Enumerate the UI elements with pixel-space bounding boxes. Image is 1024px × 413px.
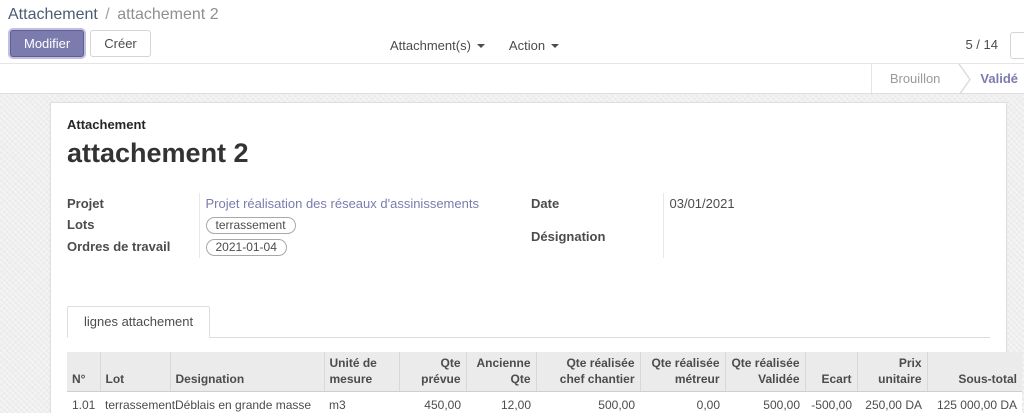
tab-lignes-attachement[interactable]: lignes attachement bbox=[67, 306, 210, 338]
button-bar: Modifier Créer Attachment(s) Action 5 / … bbox=[0, 27, 1024, 63]
dropdown-group: Attachment(s) Action bbox=[378, 33, 571, 58]
cell-qte-realisee-metreur: 0,00 bbox=[640, 392, 725, 413]
col-header-qte-realisee-validee[interactable]: Qte réalisée Validée bbox=[725, 352, 805, 392]
notebook: lignes attachement N° Lot bbox=[67, 306, 990, 413]
control-panel: Attachement / attachement 2 Modifier Cré… bbox=[0, 0, 1024, 63]
col-header-ancienne-qte[interactable]: Ancienne Qte bbox=[466, 352, 536, 392]
col-header-sous-total[interactable]: Sous-total bbox=[927, 352, 1022, 392]
field-label-designation: Désignation bbox=[531, 226, 663, 259]
lines-table: N° Lot Designation Unité de mesure Qte p… bbox=[67, 352, 1022, 413]
col-header-unite-mesure[interactable]: Unité de mesure bbox=[324, 352, 399, 392]
lot-tag[interactable]: terrassement bbox=[206, 217, 296, 234]
cell-lot: terrassement bbox=[100, 392, 170, 413]
breadcrumb: Attachement / attachement 2 bbox=[0, 0, 1024, 27]
field-row-ordres: Ordres de travail 2021-01-04 bbox=[67, 236, 531, 258]
status-step-brouillon[interactable]: Brouillon bbox=[871, 64, 959, 93]
breadcrumb-separator: / bbox=[102, 6, 112, 23]
cell-qte-realisee-validee: 500,00 bbox=[725, 392, 805, 413]
field-label-ordres: Ordres de travail bbox=[67, 236, 199, 258]
breadcrumb-parent-link[interactable]: Attachement bbox=[8, 6, 98, 23]
field-value-date: 03/01/2021 bbox=[663, 193, 990, 226]
pager-nav-buttons[interactable] bbox=[1010, 32, 1024, 59]
field-value-lots: terrassement bbox=[199, 214, 531, 236]
status-step-valide[interactable]: Validé bbox=[972, 64, 1024, 93]
col-header-ecart[interactable]: Ecart bbox=[805, 352, 857, 392]
field-group-left: Projet Projet réalisation des réseaux d'… bbox=[67, 193, 531, 258]
form-view-canvas: Attachement attachement 2 Projet Projet … bbox=[0, 94, 1024, 413]
form-sheet: Attachement attachement 2 Projet Projet … bbox=[50, 102, 1007, 413]
cell-qte-realisee-chef: 500,00 bbox=[536, 392, 640, 413]
field-groups: Projet Projet réalisation des réseaux d'… bbox=[67, 193, 990, 258]
col-header-qte-prevue[interactable]: Qte prévue bbox=[399, 352, 466, 392]
field-group-right: Date 03/01/2021 Désignation bbox=[531, 193, 990, 258]
statusbar: Brouillon Validé bbox=[0, 63, 1024, 94]
cell-sous-total: 125 000,00 DA bbox=[927, 392, 1022, 413]
col-header-qte-realisee-metreur[interactable]: Qte réalisée métreur bbox=[640, 352, 725, 392]
table-header-row: N° Lot Designation Unité de mesure Qte p… bbox=[67, 352, 1022, 392]
col-header-numero[interactable]: N° bbox=[67, 352, 100, 392]
caret-down-icon bbox=[477, 44, 485, 48]
attachments-dropdown[interactable]: Attachment(s) bbox=[378, 33, 497, 58]
status-label: Brouillon bbox=[872, 64, 959, 93]
field-value-designation bbox=[663, 226, 990, 259]
cell-designation: Déblais en grande masse pour tout terrai… bbox=[170, 392, 324, 413]
field-label-lots: Lots bbox=[67, 214, 199, 236]
col-header-designation[interactable]: Designation bbox=[170, 352, 324, 392]
attachments-dropdown-label: Attachment(s) bbox=[390, 38, 471, 53]
tab-bar: lignes attachement bbox=[67, 306, 990, 338]
cell-qte-prevue: 450,00 bbox=[399, 392, 466, 413]
projet-link[interactable]: Projet réalisation des réseaux d'assinis… bbox=[206, 196, 479, 211]
breadcrumb-current: attachement 2 bbox=[117, 6, 218, 23]
table-row[interactable]: 1.01 terrassement Déblais en grande mass… bbox=[67, 392, 1022, 413]
status-arrow-icon bbox=[958, 64, 972, 94]
cell-ancienne-qte: 12,00 bbox=[466, 392, 536, 413]
col-header-prix-unitaire[interactable]: Prix unitaire bbox=[857, 352, 927, 392]
field-row-projet: Projet Projet réalisation des réseaux d'… bbox=[67, 193, 531, 214]
field-label-date: Date bbox=[531, 193, 663, 226]
pager-counter: 5 / 14 bbox=[965, 37, 998, 52]
col-header-lot[interactable]: Lot bbox=[100, 352, 170, 392]
cell-prix-unitaire: 250,00 DA bbox=[857, 392, 927, 413]
col-header-qte-realisee-chef[interactable]: Qte réalisée chef chantier bbox=[536, 352, 640, 392]
app-window: Attachement / attachement 2 Modifier Cré… bbox=[0, 0, 1024, 413]
field-label-projet: Projet bbox=[67, 193, 199, 214]
field-value-ordres: 2021-01-04 bbox=[199, 236, 531, 258]
field-row-designation: Désignation bbox=[531, 226, 990, 259]
ordre-travail-tag[interactable]: 2021-01-04 bbox=[206, 239, 287, 256]
status-label: Validé bbox=[972, 64, 1024, 93]
document-type-label: Attachement bbox=[67, 117, 990, 132]
caret-down-icon bbox=[551, 44, 559, 48]
lines-table-container: N° Lot Designation Unité de mesure Qte p… bbox=[67, 352, 990, 413]
field-value-projet: Projet réalisation des réseaux d'assinis… bbox=[199, 193, 531, 214]
field-row-lots: Lots terrassement bbox=[67, 214, 531, 236]
record-title: attachement 2 bbox=[67, 137, 990, 169]
cell-ecart: -500,00 bbox=[805, 392, 857, 413]
action-dropdown[interactable]: Action bbox=[497, 33, 571, 58]
edit-button[interactable]: Modifier bbox=[10, 30, 84, 57]
cell-numero: 1.01 bbox=[67, 392, 100, 413]
field-row-date: Date 03/01/2021 bbox=[531, 193, 990, 226]
cell-unite-mesure: m3 bbox=[324, 392, 399, 413]
create-button[interactable]: Créer bbox=[90, 30, 151, 57]
action-dropdown-label: Action bbox=[509, 38, 545, 53]
